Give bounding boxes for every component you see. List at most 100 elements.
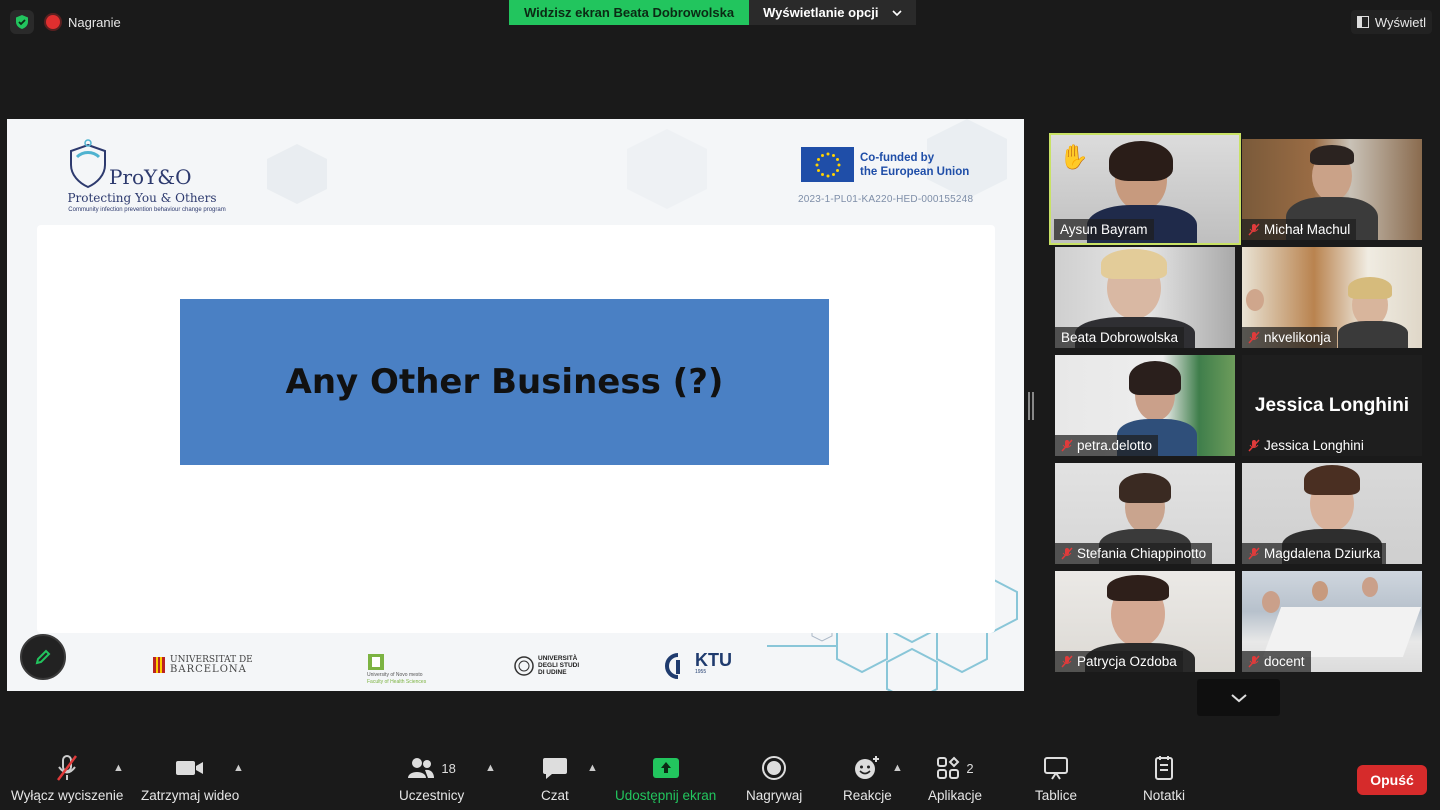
recording-indicator[interactable]: Nagranie	[46, 10, 121, 34]
ktu-logo-icon	[665, 653, 680, 679]
notes-label: Notatki	[1143, 788, 1186, 803]
video-tile-beata-dobrowolska[interactable]: Beata Dobrowolska	[1055, 247, 1235, 348]
eu-cofunded-logo: Co-funded by the European Union	[801, 147, 969, 182]
share-screen-button[interactable]: Udostępnij ekran	[615, 754, 716, 803]
annotate-pencil-button[interactable]	[20, 634, 66, 680]
panel-resize-handle[interactable]	[1028, 392, 1034, 420]
slide-heading: Any Other Business (?)	[285, 362, 724, 402]
stop-video-label: Zatrzymaj wideo	[141, 788, 240, 803]
share-screen-label: Udostępnij ekran	[615, 788, 717, 803]
recording-dot-icon	[46, 15, 60, 29]
participants-count: 18	[441, 760, 456, 776]
reactions-label: Reakcje	[843, 788, 892, 803]
muted-microphone-icon	[1061, 547, 1073, 560]
participant-name: Beata Dobrowolska	[1055, 327, 1185, 348]
view-button[interactable]: Wyświetl	[1350, 10, 1432, 34]
novo-mesto-label-2: Faculty of Health Sciences	[367, 679, 427, 685]
shield-logo-icon	[70, 139, 106, 189]
video-tile-patrycja-ozdoba[interactable]: Patrycja Ozdoba	[1055, 571, 1235, 672]
udine-label-1: UNIVERSITÀ	[538, 655, 578, 662]
view-options-label: Wyświetlanie opcji	[763, 5, 879, 20]
participant-name-tag: Jessica Longhini	[1242, 435, 1370, 456]
smiley-plus-icon	[853, 754, 881, 782]
video-tile-docent[interactable]: docent	[1242, 571, 1422, 672]
participant-name-tag: petra.delotto	[1055, 435, 1159, 456]
muted-microphone-icon	[1248, 655, 1260, 668]
partner-logos: UNIVERSITAT DE BARCELONA University of N…	[7, 639, 1024, 691]
participants-label: Uczestnicy	[399, 788, 465, 803]
unmute-button[interactable]: Wyłącz wyciszenie	[11, 754, 123, 803]
reactions-button[interactable]: Reakcje	[843, 754, 892, 803]
participant-name: Patrycja Ozdoba	[1077, 654, 1177, 669]
participant-name: Magdalena Dziurka	[1264, 546, 1381, 561]
leave-meeting-button[interactable]: Opuść	[1357, 765, 1427, 795]
recording-label: Nagranie	[68, 14, 121, 30]
pencil-icon	[35, 649, 51, 665]
top-bar: Nagranie Widzisz ekran Beata Dobrowolska…	[0, 0, 1440, 44]
participants-options-caret-icon[interactable]: ▲	[485, 762, 496, 774]
eu-flag-icon	[801, 147, 854, 182]
chat-button[interactable]: Czat	[541, 754, 569, 803]
video-options-caret-icon[interactable]: ▲	[233, 762, 244, 774]
apps-button[interactable]: 2 Aplikacje	[928, 754, 982, 803]
participant-name-tag: Patrycja Ozdoba	[1055, 651, 1183, 672]
unmute-label: Wyłącz wyciszenie	[11, 788, 124, 803]
next-page-participants-button[interactable]	[1197, 679, 1280, 716]
muted-microphone-icon	[54, 754, 80, 782]
layout-icon	[1356, 16, 1369, 28]
muted-microphone-icon	[1248, 223, 1260, 236]
security-shield-icon[interactable]	[10, 10, 34, 34]
video-tile-stefania-chiappinotto[interactable]: Stefania Chiappinotto	[1055, 463, 1235, 564]
partner-udine: UNIVERSITÀ DEGLI STUDI DI UDINE	[514, 655, 579, 676]
video-tile-aysun-bayram[interactable]: ✋ Aysun Bayram	[1049, 133, 1241, 245]
participant-name: Michał Machul	[1264, 222, 1351, 237]
video-tile-petra-delotto[interactable]: petra.delotto	[1055, 355, 1235, 456]
view-button-label: Wyświetl	[1374, 14, 1426, 30]
muted-microphone-icon	[1061, 439, 1073, 452]
whiteboards-button[interactable]: Tablice	[1035, 754, 1077, 803]
barcelona-label-2: BARCELONA	[170, 664, 247, 675]
share-banner-label: Widzisz ekran Beata Dobrowolska	[509, 0, 750, 25]
apps-icon	[937, 756, 960, 779]
participants-button[interactable]: 18 Uczestnicy	[399, 754, 464, 803]
participant-name-tag: nkvelikonja	[1242, 327, 1337, 348]
participant-name: Aysun Bayram	[1054, 219, 1154, 240]
partner-ktu: KTU 1955	[665, 651, 732, 680]
apps-count: 2	[966, 760, 974, 776]
notes-button[interactable]: Notatki	[1143, 754, 1185, 803]
participant-name: nkvelikonja	[1264, 330, 1331, 345]
chat-options-caret-icon[interactable]: ▲	[587, 762, 598, 774]
proyo-logo: ProY&O Protecting You & Others Community…	[57, 139, 237, 219]
partner-novo-mesto: University of Novo mesto Faculty of Heal…	[367, 653, 426, 685]
meeting-toolbar: Wyłącz wyciszenie ▲ Zatrzymaj wideo ▲ 18…	[0, 740, 1440, 810]
reactions-options-caret-icon[interactable]: ▲	[892, 762, 903, 774]
logo-tagline: Community infection prevention behaviour…	[68, 207, 226, 213]
video-tile-nkvelikonja[interactable]: nkvelikonja	[1242, 247, 1422, 348]
shared-screen[interactable]: ProY&O Protecting You & Others Community…	[7, 119, 1024, 691]
notes-icon	[1153, 754, 1175, 782]
apps-label: Aplikacje	[928, 788, 983, 803]
barcelona-crest-icon	[153, 657, 165, 673]
chevron-down-icon	[1230, 693, 1247, 702]
participant-name-tag: docent	[1242, 651, 1311, 672]
participant-name-tag: Stefania Chiappinotto	[1055, 543, 1213, 564]
record-icon	[761, 754, 787, 782]
video-tile-magdalena-dziurka[interactable]: Magdalena Dziurka	[1242, 463, 1422, 564]
participant-name: Stefania Chiappinotto	[1077, 546, 1207, 561]
participants-icon	[408, 758, 435, 778]
view-options-button[interactable]: Wyświetlanie opcji	[749, 0, 917, 25]
whiteboards-label: Tablice	[1035, 788, 1078, 803]
video-tile-jessica-longhini[interactable]: Jessica Longhini Jessica Longhini	[1242, 355, 1422, 456]
stop-video-button[interactable]: Zatrzymaj wideo	[141, 754, 239, 803]
video-tile-michal-machul[interactable]: Michał Machul	[1242, 139, 1422, 240]
participant-name-tag: Michał Machul	[1242, 219, 1357, 240]
muted-microphone-icon	[1061, 655, 1073, 668]
audio-options-caret-icon[interactable]: ▲	[113, 762, 124, 774]
record-button[interactable]: Nagrywaj	[746, 754, 802, 803]
udine-label-2: DEGLI STUDI	[538, 662, 580, 669]
logo-subtitle: Protecting You & Others	[67, 191, 217, 205]
novo-mesto-label-1: University of Novo mesto	[367, 672, 423, 678]
muted-microphone-icon	[1248, 439, 1260, 452]
video-camera-icon	[175, 754, 205, 782]
participant-name: docent	[1264, 654, 1305, 669]
